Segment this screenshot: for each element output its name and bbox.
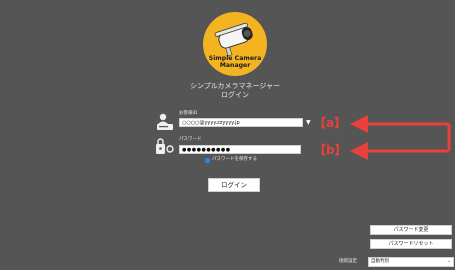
reset-password-button[interactable]: パスワードリセット	[370, 239, 452, 249]
connection-setting-value: 自動判別	[371, 259, 389, 264]
change-password-button[interactable]: パスワード変更	[370, 225, 452, 235]
connection-setting-label: 接続設定	[339, 259, 357, 264]
connection-setting-select[interactable]: 自動判別 ⌄	[368, 257, 454, 267]
chevron-down-icon: ⌄	[447, 259, 451, 264]
